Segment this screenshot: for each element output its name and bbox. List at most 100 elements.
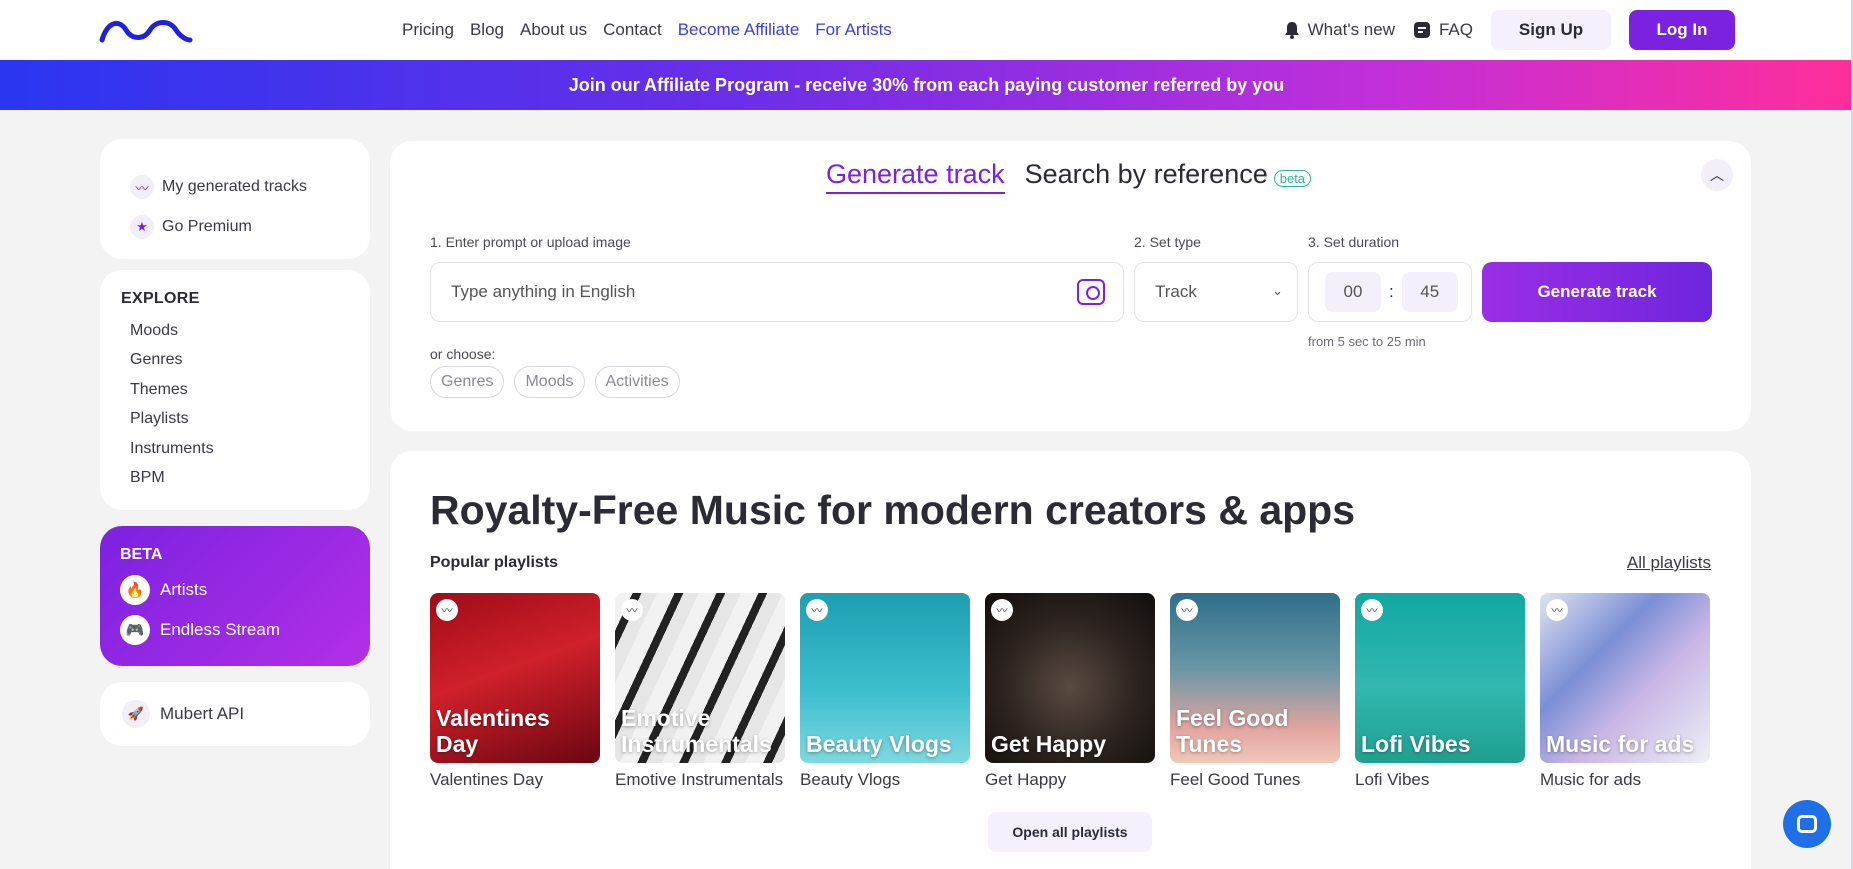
- tab-generate-track[interactable]: Generate track: [826, 159, 1005, 194]
- beta-badge: beta: [1273, 170, 1312, 187]
- sidebar-item-label: My generated tracks: [162, 178, 307, 195]
- playlist-overlay-title: Beauty Vlogs: [806, 731, 952, 757]
- top-navigation: Pricing Blog About us Contact Become Aff…: [0, 0, 1853, 60]
- sidebar-item-themes[interactable]: Themes: [121, 375, 370, 404]
- beta-heading: BETA: [120, 546, 163, 563]
- chat-bubble-icon: [1413, 22, 1430, 38]
- tab-label: Search by reference: [1024, 159, 1268, 189]
- playlist-caption[interactable]: Music for ads: [1540, 770, 1710, 790]
- track-generator-panel: Generate track Search by reference beta ︿…: [390, 141, 1751, 431]
- mubert-badge-icon: 〰: [1361, 599, 1383, 621]
- playlist-overlay-title: Feel Good Tunes: [1176, 705, 1289, 757]
- playlist-caption[interactable]: Lofi Vibes: [1355, 770, 1525, 790]
- mubert-badge-icon: 〰: [1546, 599, 1568, 621]
- mubert-badge-icon: 〰: [806, 599, 828, 621]
- playlist-thumbnail[interactable]: 〰 Get Happy: [985, 593, 1155, 763]
- waves-icon: 〰: [130, 175, 154, 199]
- chip-activities[interactable]: Activities: [594, 366, 680, 398]
- affiliate-banner[interactable]: Join our Affiliate Program - receive 30%…: [0, 60, 1853, 110]
- nav-contact[interactable]: Contact: [603, 20, 662, 40]
- chip-genres[interactable]: Genres: [430, 366, 505, 398]
- sidebar-item-mubert-api[interactable]: 🚀 Mubert API: [100, 682, 370, 746]
- sidebar-item-go-premium[interactable]: ★ Go Premium: [130, 207, 370, 247]
- playlist-card[interactable]: 〰 Emotive Instrumentals Emotive Instrume…: [615, 593, 785, 790]
- log-in-button[interactable]: Log In: [1629, 10, 1735, 50]
- sidebar-item-label: Mubert API: [160, 704, 245, 723]
- whats-new-link[interactable]: What's new: [1284, 20, 1395, 40]
- duration-separator: :: [1389, 282, 1394, 301]
- faq-label: FAQ: [1438, 20, 1473, 39]
- prompt-placeholder: Type anything in English: [451, 282, 636, 301]
- faq-link[interactable]: FAQ: [1413, 20, 1473, 40]
- playlist-caption[interactable]: Valentines Day: [430, 770, 600, 790]
- collapse-button[interactable]: ︿: [1701, 159, 1733, 191]
- sidebar-item-label: Go Premium: [162, 218, 252, 235]
- mubert-logo[interactable]: [98, 16, 194, 44]
- playlist-thumbnail[interactable]: 〰 Emotive Instrumentals: [615, 593, 785, 763]
- all-playlists-link[interactable]: All playlists: [1627, 553, 1711, 573]
- sidebar-item-instruments[interactable]: Instruments: [121, 434, 370, 463]
- sidebar-item-artists[interactable]: 🔥 Artists: [120, 570, 370, 610]
- chevron-down-icon: ⌄: [1272, 283, 1283, 298]
- sidebar-item-my-generated-tracks[interactable]: 〰 My generated tracks: [130, 167, 370, 207]
- chip-moods[interactable]: Moods: [514, 366, 585, 398]
- star-icon: ★: [130, 215, 154, 239]
- nav-actions: What's new FAQ Sign Up Log In: [1284, 10, 1735, 50]
- nav-for-artists[interactable]: For Artists: [815, 20, 892, 40]
- playlist-overlay-title: Get Happy: [991, 731, 1107, 757]
- chat-launcher-button[interactable]: [1783, 800, 1831, 848]
- sidebar-item-endless-stream[interactable]: 🎮 Endless Stream: [120, 610, 370, 650]
- mubert-badge-icon: 〰: [621, 599, 643, 621]
- playlist-card[interactable]: 〰 Lofi Vibes Lofi Vibes: [1355, 593, 1525, 790]
- explore-heading: EXPLORE: [121, 290, 200, 307]
- playlist-thumbnail[interactable]: 〰 Valentines Day: [430, 593, 600, 763]
- nav-blog[interactable]: Blog: [470, 20, 504, 40]
- playlist-thumbnail[interactable]: 〰 Lofi Vibes: [1355, 593, 1525, 763]
- playlist-overlay-title: Valentines Day: [436, 705, 550, 757]
- playlist-card[interactable]: 〰 Feel Good Tunes Feel Good Tunes: [1170, 593, 1340, 790]
- playlist-overlay-title: Emotive Instrumentals: [621, 705, 772, 757]
- playlist-card[interactable]: 〰 Music for ads Music for ads: [1540, 593, 1710, 790]
- type-select[interactable]: Track ⌄: [1134, 262, 1298, 322]
- fire-icon: 🔥: [120, 575, 150, 605]
- playlist-thumbnail[interactable]: 〰 Beauty Vlogs: [800, 593, 970, 763]
- page-title: Royalty-Free Music for modern creators &…: [430, 487, 1356, 533]
- sidebar-item-moods[interactable]: Moods: [121, 316, 370, 345]
- playlist-thumbnail[interactable]: 〰 Music for ads: [1540, 593, 1710, 763]
- sidebar-item-label: Endless Stream: [160, 620, 280, 639]
- sidebar-item-playlists[interactable]: Playlists: [121, 404, 370, 433]
- sidebar-item-genres[interactable]: Genres: [121, 345, 370, 374]
- primary-nav: Pricing Blog About us Contact Become Aff…: [402, 0, 892, 60]
- playlist-caption[interactable]: Emotive Instrumentals: [615, 770, 785, 790]
- playlist-caption[interactable]: Feel Good Tunes: [1170, 770, 1340, 790]
- mubert-badge-icon: 〰: [1176, 599, 1198, 621]
- playlist-caption[interactable]: Beauty Vlogs: [800, 770, 970, 790]
- affiliate-banner-text: Join our Affiliate Program - receive 30%…: [568, 74, 1285, 95]
- sidebar-account-card: 〰 My generated tracks ★ Go Premium: [100, 139, 370, 259]
- playlist-thumbnail[interactable]: 〰 Feel Good Tunes: [1170, 593, 1340, 763]
- playlist-caption[interactable]: Get Happy: [985, 770, 1155, 790]
- chat-icon: [1797, 815, 1817, 833]
- sign-up-button[interactable]: Sign Up: [1491, 10, 1611, 50]
- playlist-card[interactable]: 〰 Get Happy Get Happy: [985, 593, 1155, 790]
- duration-step-label: 3. Set duration: [1308, 234, 1400, 250]
- sidebar-item-bpm[interactable]: BPM: [121, 463, 370, 492]
- popular-playlists-heading: Popular playlists: [430, 554, 559, 571]
- playlist-card[interactable]: 〰 Valentines Day Valentines Day: [430, 593, 600, 790]
- camera-upload-icon[interactable]: [1077, 279, 1105, 305]
- or-choose-label: or choose:: [430, 346, 496, 362]
- generate-track-button[interactable]: Generate track: [1482, 262, 1712, 322]
- duration-seconds-input[interactable]: 45: [1401, 272, 1458, 312]
- open-all-playlists-button[interactable]: Open all playlists: [988, 812, 1152, 852]
- nav-pricing[interactable]: Pricing: [402, 20, 454, 40]
- duration-minutes-input[interactable]: 00: [1325, 272, 1381, 312]
- mubert-badge-icon: 〰: [991, 599, 1013, 621]
- duration-picker: 00 : 45: [1308, 262, 1472, 322]
- prompt-input[interactable]: Type anything in English: [430, 262, 1124, 322]
- tab-search-by-reference[interactable]: Search by reference beta: [1024, 159, 1312, 190]
- playlist-card[interactable]: 〰 Beauty Vlogs Beauty Vlogs: [800, 593, 970, 790]
- playlists-panel: Royalty-Free Music for modern creators &…: [390, 451, 1751, 869]
- nav-become-affiliate[interactable]: Become Affiliate: [678, 20, 800, 40]
- playlist-overlay-title: Music for ads: [1546, 731, 1695, 757]
- nav-about-us[interactable]: About us: [520, 20, 587, 40]
